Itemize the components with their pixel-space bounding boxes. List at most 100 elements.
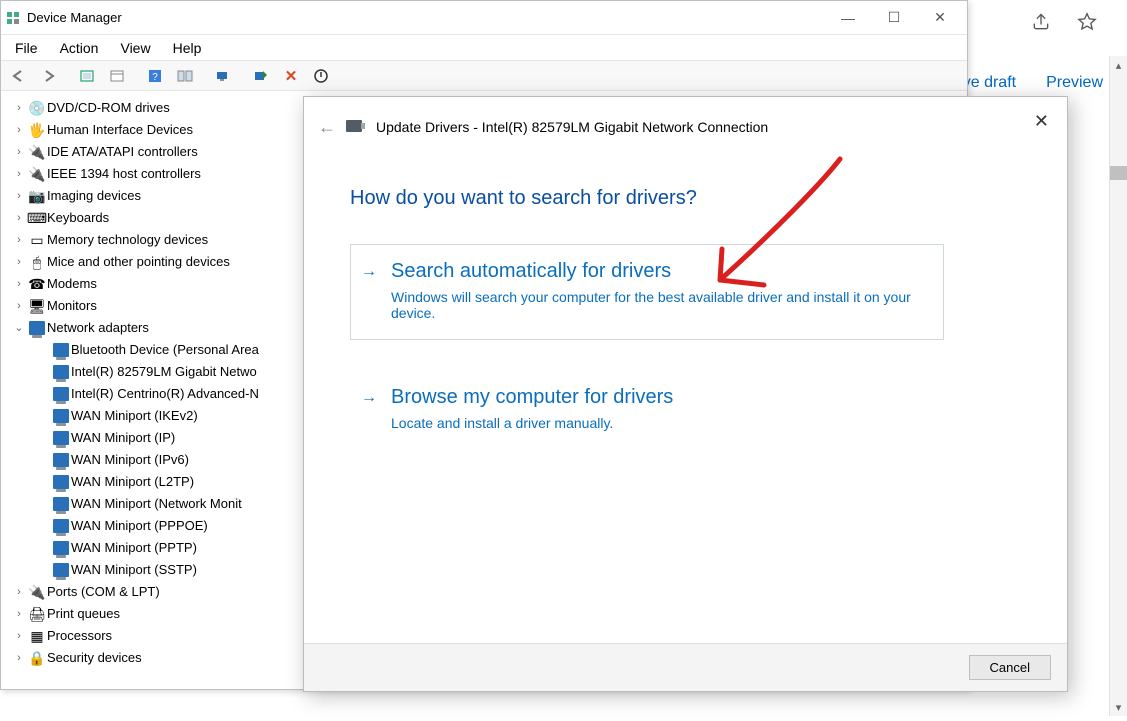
dialog-close-button[interactable]: ✕ bbox=[1034, 111, 1049, 132]
expand-icon[interactable]: › bbox=[11, 97, 27, 119]
window-title: Device Manager bbox=[27, 10, 825, 25]
tree-label: Bluetooth Device (Personal Area bbox=[71, 339, 259, 361]
expand-icon[interactable]: › bbox=[11, 207, 27, 229]
option-search-automatically[interactable]: → Search automatically for drivers Windo… bbox=[350, 244, 944, 340]
share-icon[interactable] bbox=[1031, 12, 1051, 38]
device-icon: 🖐 bbox=[27, 119, 47, 141]
tool-properties[interactable] bbox=[103, 64, 131, 88]
arrow-right-icon: → bbox=[361, 389, 377, 407]
tree-label: Intel(R) 82579LM Gigabit Netwo bbox=[71, 361, 257, 383]
update-drivers-dialog: ✕ ← Update Drivers - Intel(R) 82579LM Gi… bbox=[303, 96, 1068, 692]
expand-icon[interactable]: › bbox=[11, 625, 27, 647]
network-adapter-icon bbox=[51, 541, 71, 555]
bg-link-preview[interactable]: Preview bbox=[1046, 74, 1103, 92]
forward-button[interactable] bbox=[35, 64, 63, 88]
network-adapter-icon bbox=[51, 563, 71, 577]
network-adapter-icon bbox=[51, 409, 71, 423]
expand-icon[interactable]: › bbox=[11, 295, 27, 317]
network-adapter-icon bbox=[51, 497, 71, 511]
tree-label: Keyboards bbox=[47, 207, 109, 229]
option-title: Browse my computer for drivers bbox=[391, 385, 925, 409]
tool-update-driver[interactable] bbox=[247, 64, 275, 88]
option-description: Windows will search your computer for th… bbox=[391, 289, 925, 321]
page-scrollbar[interactable]: ▴ ▾ bbox=[1109, 56, 1127, 716]
tree-label: Modems bbox=[47, 273, 97, 295]
dialog-title: Update Drivers - Intel(R) 82579LM Gigabi… bbox=[376, 119, 1053, 135]
tool-scan-hardware[interactable] bbox=[209, 64, 237, 88]
titlebar[interactable]: Device Manager — ☐ ✕ bbox=[1, 1, 967, 35]
expand-icon[interactable]: › bbox=[11, 163, 27, 185]
expand-icon[interactable]: › bbox=[11, 581, 27, 603]
tree-label: Memory technology devices bbox=[47, 229, 208, 251]
scroll-down-icon[interactable]: ▾ bbox=[1110, 698, 1127, 716]
tool-disable[interactable] bbox=[307, 64, 335, 88]
option-title: Search automatically for drivers bbox=[391, 259, 925, 283]
device-icon: ▭ bbox=[27, 229, 47, 251]
network-adapter-icon bbox=[51, 387, 71, 401]
favorite-star-icon[interactable] bbox=[1077, 12, 1097, 38]
tree-label: Network adapters bbox=[47, 317, 149, 339]
expand-icon[interactable]: › bbox=[11, 251, 27, 273]
tree-label: DVD/CD-ROM drives bbox=[47, 97, 170, 119]
menu-action[interactable]: Action bbox=[56, 38, 103, 58]
dialog-header: ← Update Drivers - Intel(R) 82579LM Giga… bbox=[304, 97, 1067, 157]
scroll-up-icon[interactable]: ▴ bbox=[1110, 56, 1127, 74]
dialog-prompt: How do you want to search for drivers? bbox=[350, 187, 1021, 210]
tool-help[interactable]: ? bbox=[141, 64, 169, 88]
tree-label: WAN Miniport (PPPOE) bbox=[71, 515, 208, 537]
dialog-footer: Cancel bbox=[304, 643, 1067, 691]
expand-icon[interactable]: › bbox=[11, 185, 27, 207]
network-adapter-icon bbox=[51, 365, 71, 379]
close-button[interactable]: ✕ bbox=[917, 2, 963, 34]
minimize-button[interactable]: — bbox=[825, 2, 871, 34]
tree-label: Security devices bbox=[47, 647, 142, 669]
device-icon: 🖱 bbox=[27, 251, 47, 273]
arrow-right-icon: → bbox=[361, 263, 377, 281]
tool-device-view[interactable] bbox=[171, 64, 199, 88]
expand-icon[interactable]: › bbox=[11, 229, 27, 251]
tree-label: Mice and other pointing devices bbox=[47, 251, 230, 273]
network-adapter-icon bbox=[27, 321, 47, 335]
collapse-icon[interactable]: ⌄ bbox=[11, 317, 27, 339]
device-icon: 💿 bbox=[27, 97, 47, 119]
tree-label: Imaging devices bbox=[47, 185, 141, 207]
bg-link-draft[interactable]: ve draft bbox=[963, 74, 1016, 92]
menu-file[interactable]: File bbox=[11, 38, 42, 58]
menu-help[interactable]: Help bbox=[169, 38, 206, 58]
tool-uninstall[interactable]: ✕ bbox=[277, 64, 305, 88]
network-adapter-icon bbox=[51, 519, 71, 533]
tree-label: WAN Miniport (Network Monit bbox=[71, 493, 242, 515]
network-adapter-icon bbox=[51, 453, 71, 467]
back-button[interactable] bbox=[5, 64, 33, 88]
device-icon: 🔌 bbox=[27, 163, 47, 185]
expand-icon[interactable]: › bbox=[11, 603, 27, 625]
tree-label: Processors bbox=[47, 625, 112, 647]
expand-icon[interactable]: › bbox=[11, 647, 27, 669]
device-icon: 🔌 bbox=[27, 581, 47, 603]
tree-label: Ports (COM & LPT) bbox=[47, 581, 160, 603]
tree-label: WAN Miniport (IP) bbox=[71, 427, 175, 449]
menu-view[interactable]: View bbox=[116, 38, 154, 58]
maximize-button[interactable]: ☐ bbox=[871, 2, 917, 34]
device-icon: 📷 bbox=[27, 185, 47, 207]
cancel-button[interactable]: Cancel bbox=[969, 655, 1051, 680]
option-description: Locate and install a driver manually. bbox=[391, 415, 925, 431]
device-icon: 🖨 bbox=[27, 603, 47, 625]
tree-label: WAN Miniport (IKEv2) bbox=[71, 405, 198, 427]
expand-icon[interactable]: › bbox=[11, 119, 27, 141]
network-adapter-icon bbox=[51, 475, 71, 489]
network-card-icon bbox=[346, 120, 370, 135]
tree-label: WAN Miniport (L2TP) bbox=[71, 471, 194, 493]
scroll-thumb[interactable] bbox=[1110, 166, 1127, 180]
tree-label: Intel(R) Centrino(R) Advanced-N bbox=[71, 383, 259, 405]
svg-text:?: ? bbox=[152, 72, 158, 83]
tree-label: IEEE 1394 host controllers bbox=[47, 163, 201, 185]
tree-label: WAN Miniport (IPv6) bbox=[71, 449, 189, 471]
tree-label: Print queues bbox=[47, 603, 120, 625]
dialog-back-button[interactable]: ← bbox=[318, 117, 346, 138]
option-browse-computer[interactable]: → Browse my computer for drivers Locate … bbox=[350, 370, 944, 450]
tool-show-hidden[interactable] bbox=[73, 64, 101, 88]
expand-icon[interactable]: › bbox=[11, 273, 27, 295]
device-icon: ⌨ bbox=[27, 207, 47, 229]
expand-icon[interactable]: › bbox=[11, 141, 27, 163]
